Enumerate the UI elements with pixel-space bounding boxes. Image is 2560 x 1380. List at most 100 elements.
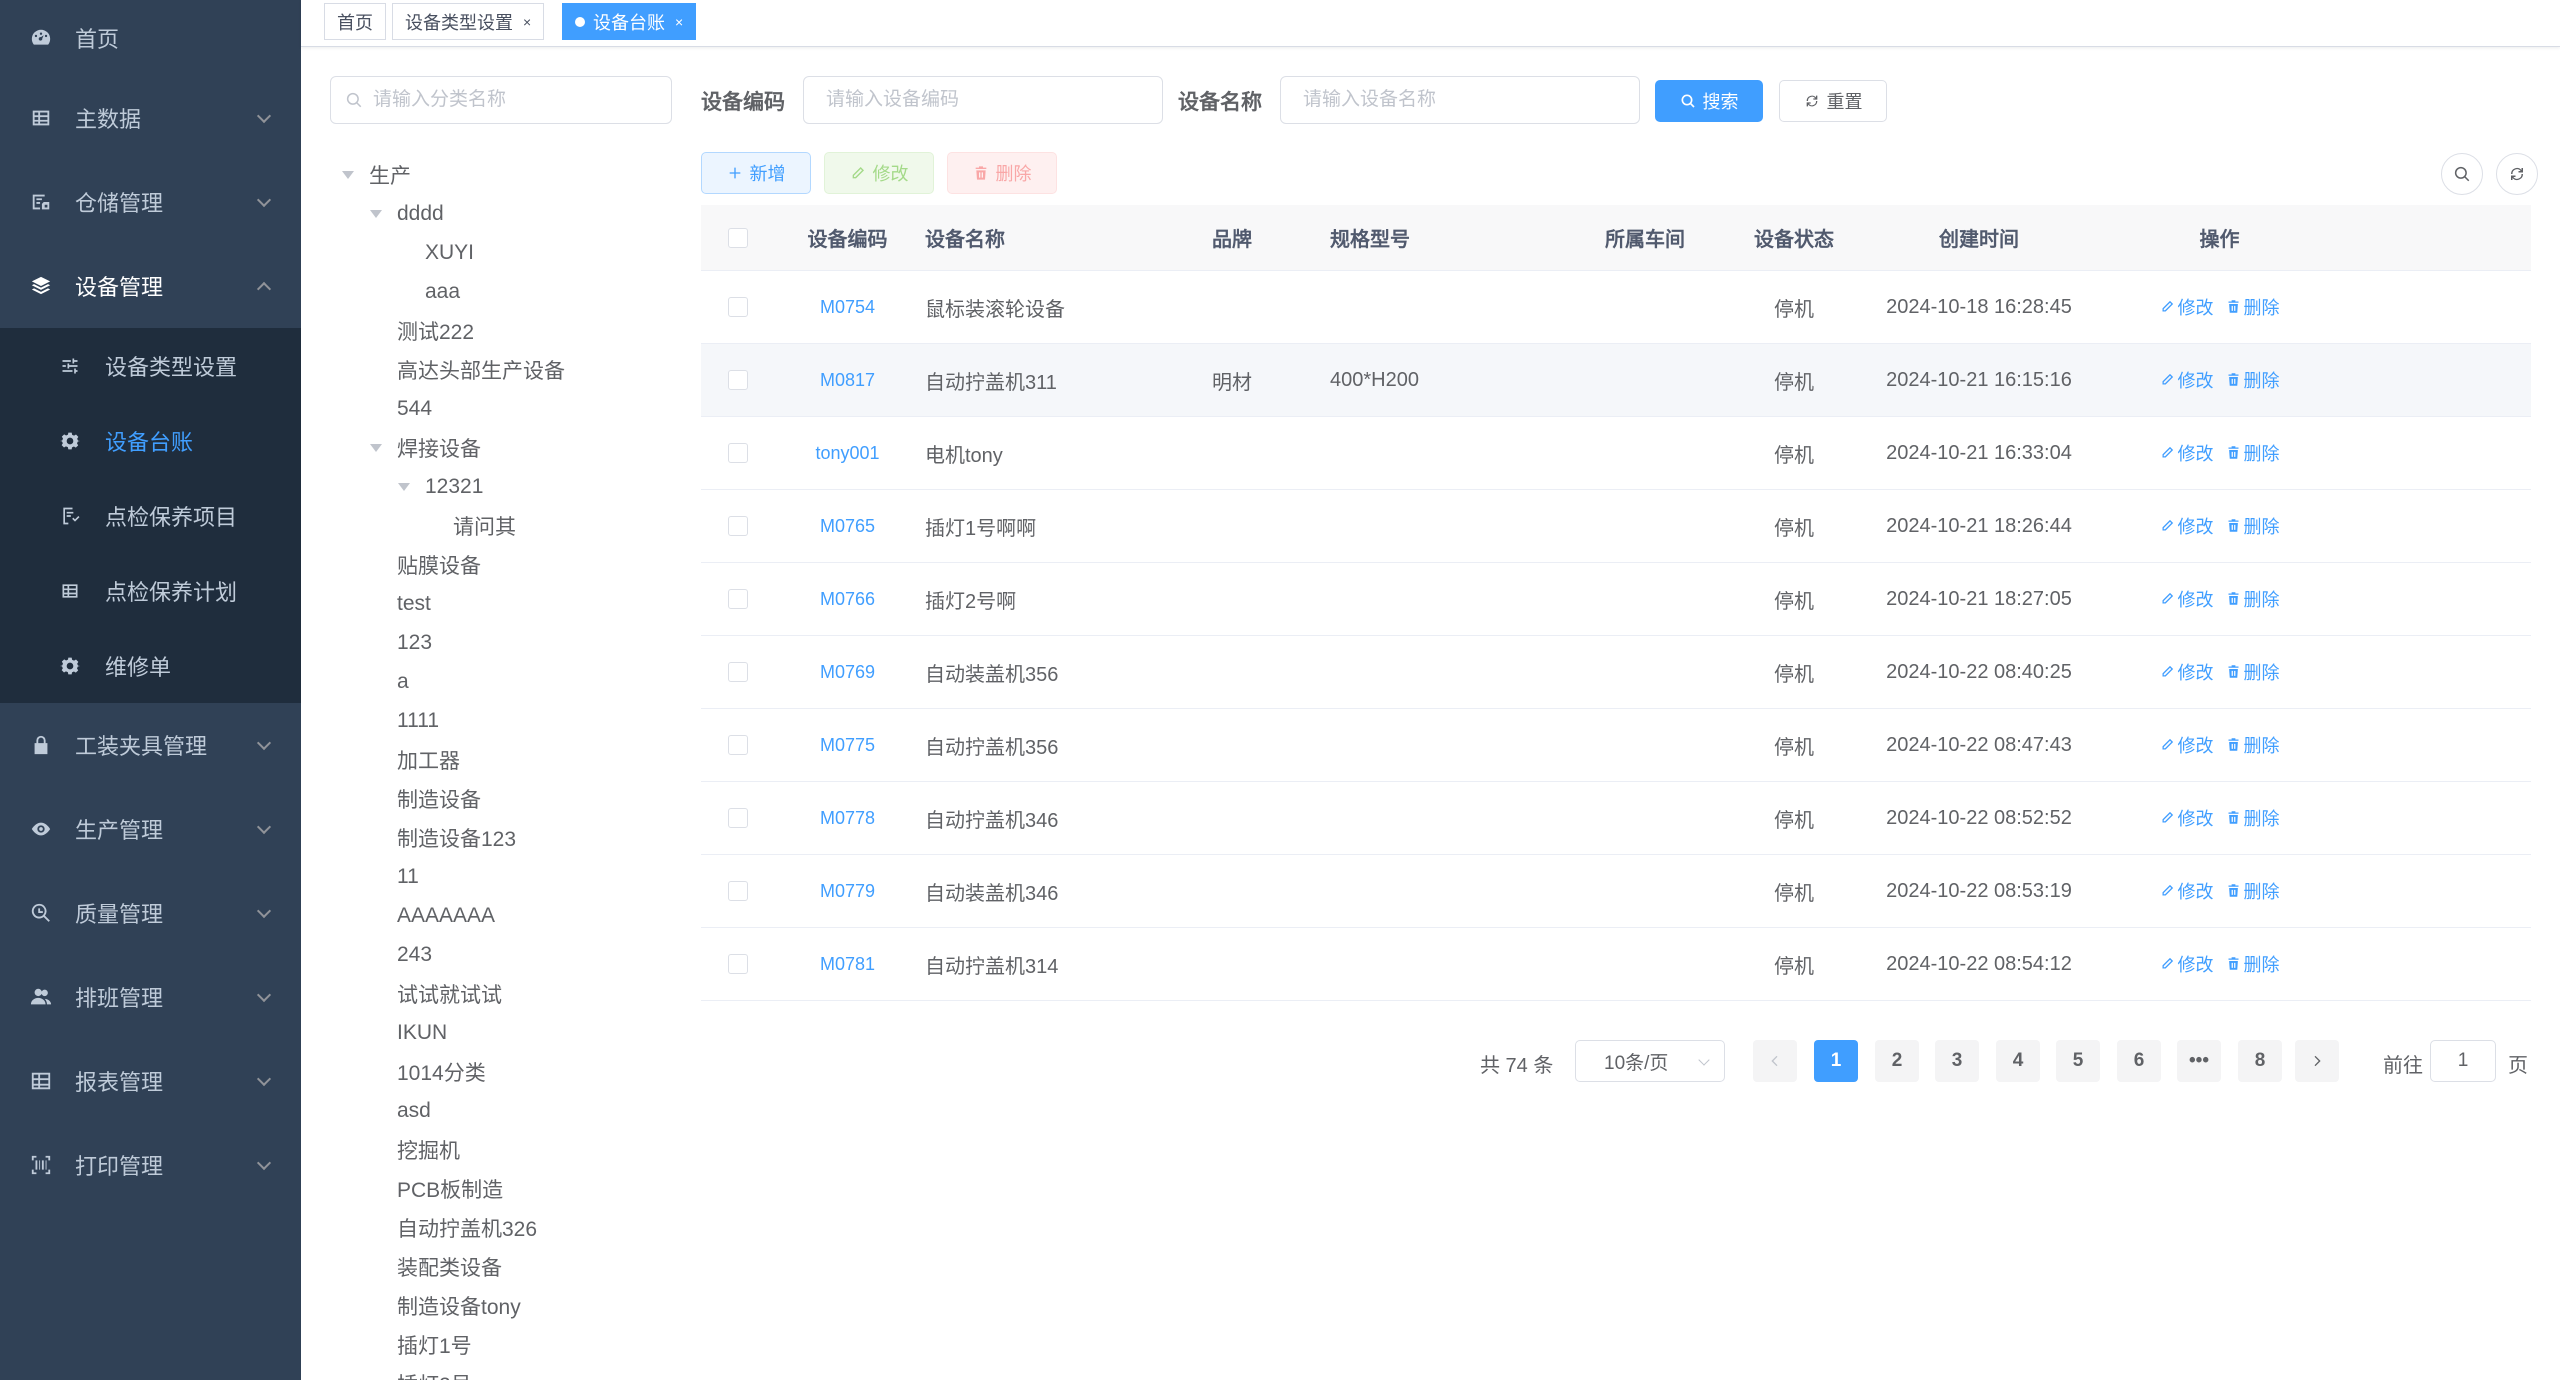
row-edit-link[interactable]: 修改: [2160, 440, 2214, 466]
delete-button[interactable]: 删除: [947, 152, 1057, 194]
tree-node[interactable]: 制造设备tony: [330, 1286, 672, 1325]
row-delete-link[interactable]: 删除: [2226, 805, 2280, 831]
close-icon[interactable]: ×: [523, 14, 531, 30]
sidebar-item-equipment[interactable]: 设备管理: [0, 244, 301, 328]
next-page-button[interactable]: [2295, 1040, 2339, 1082]
caret-down-icon[interactable]: [342, 170, 354, 179]
row-checkbox[interactable]: [728, 589, 748, 609]
add-button[interactable]: 新增: [701, 152, 811, 194]
row-edit-link[interactable]: 修改: [2160, 878, 2214, 904]
table-row[interactable]: M0817 自动拧盖机311 明材 400*H200 停机 2024-10-21 16:1…: [701, 344, 2531, 417]
row-delete-link[interactable]: 删除: [2226, 440, 2280, 466]
sidebar-item-reports[interactable]: 报表管理: [0, 1039, 301, 1123]
header-status[interactable]: 设备状态: [1730, 223, 1858, 252]
sidebar-subitem-repair-order[interactable]: 维修单: [0, 628, 301, 703]
row-delete-link[interactable]: 删除: [2226, 732, 2280, 758]
row-delete-link[interactable]: 删除: [2226, 586, 2280, 612]
tree-node[interactable]: 试试就试试: [330, 974, 672, 1013]
caret-down-icon[interactable]: [398, 482, 410, 491]
row-checkbox[interactable]: [728, 662, 748, 682]
sidebar-subitem-inspection-items[interactable]: 点检保养项目: [0, 478, 301, 553]
tree-node[interactable]: 243: [330, 935, 672, 974]
tree-node[interactable]: 544: [330, 389, 672, 428]
page-button[interactable]: 6: [2117, 1040, 2161, 1082]
header-code[interactable]: 设备编码: [775, 223, 920, 252]
page-button[interactable]: 3: [1935, 1040, 1979, 1082]
code-input-box[interactable]: [803, 76, 1163, 124]
tree-node[interactable]: 自动拧盖机326: [330, 1208, 672, 1247]
tree-node[interactable]: a: [330, 662, 672, 701]
row-checkbox[interactable]: [728, 443, 748, 463]
row-checkbox[interactable]: [728, 297, 748, 317]
row-edit-link[interactable]: 修改: [2160, 732, 2214, 758]
tree-search-box[interactable]: [330, 76, 672, 124]
table-row[interactable]: M0775 自动拧盖机356 停机 2024-10-22 08:47:43 修改 删除: [701, 709, 2531, 782]
page-button[interactable]: 4: [1996, 1040, 2040, 1082]
tree-node[interactable]: aaa: [330, 272, 672, 311]
header-name[interactable]: 设备名称: [920, 223, 1212, 252]
page-button[interactable]: 8: [2238, 1040, 2282, 1082]
row-edit-link[interactable]: 修改: [2160, 294, 2214, 320]
row-edit-link[interactable]: 修改: [2160, 513, 2214, 539]
cell-code[interactable]: M0754: [775, 297, 920, 318]
sidebar-item-home[interactable]: 首页: [0, 0, 301, 76]
row-checkbox[interactable]: [728, 516, 748, 536]
cell-code[interactable]: M0778: [775, 808, 920, 829]
row-delete-link[interactable]: 删除: [2226, 513, 2280, 539]
sidebar-subitem-type-setting[interactable]: 设备类型设置: [0, 328, 301, 403]
tree-node[interactable]: 贴膜设备: [330, 545, 672, 584]
sidebar-item-warehouse[interactable]: 仓储管理: [0, 160, 301, 244]
tree-node[interactable]: 制造设备: [330, 779, 672, 818]
table-row[interactable]: M0754 鼠标装滚轮设备 停机 2024-10-18 16:28:45 修改 删除: [701, 271, 2531, 344]
sidebar-item-printing[interactable]: 打印管理: [0, 1123, 301, 1207]
tree-node[interactable]: AAAAAAA: [330, 896, 672, 935]
cell-code[interactable]: tony001: [775, 443, 920, 464]
header-brand[interactable]: 品牌: [1212, 223, 1330, 252]
tree-node[interactable]: 插灯2号: [330, 1364, 672, 1380]
tag-type-setting[interactable]: 设备类型设置 ×: [392, 3, 545, 40]
tree-node[interactable]: 装配类设备: [330, 1247, 672, 1286]
code-input[interactable]: [826, 89, 1140, 111]
tree-node[interactable]: 生产: [330, 155, 672, 194]
tree-node[interactable]: 焊接设备: [330, 428, 672, 467]
row-checkbox[interactable]: [728, 954, 748, 974]
tree-node[interactable]: 测试222: [330, 311, 672, 350]
tree-node[interactable]: 制造设备123: [330, 818, 672, 857]
row-delete-link[interactable]: 删除: [2226, 878, 2280, 904]
name-input[interactable]: [1303, 89, 1617, 111]
row-edit-link[interactable]: 修改: [2160, 951, 2214, 977]
table-row[interactable]: M0769 自动装盖机356 停机 2024-10-22 08:40:25 修改 删除: [701, 636, 2531, 709]
tree-node[interactable]: 加工器: [330, 740, 672, 779]
tree-node[interactable]: 12321: [330, 467, 672, 506]
tree-node[interactable]: test: [330, 584, 672, 623]
table-row[interactable]: M0765 插灯1号啊啊 停机 2024-10-21 18:26:44 修改 删除: [701, 490, 2531, 563]
row-checkbox[interactable]: [728, 881, 748, 901]
sidebar-item-scheduling[interactable]: 排班管理: [0, 955, 301, 1039]
caret-down-icon[interactable]: [370, 209, 382, 218]
edit-button[interactable]: 修改: [824, 152, 934, 194]
tree-node[interactable]: IKUN: [330, 1013, 672, 1052]
tree-node[interactable]: 高达头部生产设备: [330, 350, 672, 389]
sidebar-subitem-inspection-plan[interactable]: 点检保养计划: [0, 553, 301, 628]
header-workshop[interactable]: 所属车间: [1560, 223, 1730, 252]
row-checkbox[interactable]: [728, 735, 748, 755]
table-row[interactable]: M0781 自动拧盖机314 停机 2024-10-22 08:54:12 修改 删除: [701, 928, 2531, 1001]
tree-node[interactable]: dddd: [330, 194, 672, 233]
row-edit-link[interactable]: 修改: [2160, 805, 2214, 831]
search-button[interactable]: 搜索: [1655, 80, 1763, 122]
row-edit-link[interactable]: 修改: [2160, 367, 2214, 393]
cell-code[interactable]: M0775: [775, 735, 920, 756]
row-edit-link[interactable]: 修改: [2160, 659, 2214, 685]
row-delete-link[interactable]: 删除: [2226, 367, 2280, 393]
tree-node[interactable]: 挖掘机: [330, 1130, 672, 1169]
cell-code[interactable]: M0779: [775, 881, 920, 902]
tree-node[interactable]: 1111: [330, 701, 672, 740]
row-edit-link[interactable]: 修改: [2160, 586, 2214, 612]
table-row[interactable]: M0778 自动拧盖机346 停机 2024-10-22 08:52:52 修改 删除: [701, 782, 2531, 855]
tag-ledger[interactable]: 设备台账 ×: [562, 3, 697, 40]
tree-node[interactable]: 1014分类: [330, 1052, 672, 1091]
reset-button[interactable]: 重置: [1779, 80, 1887, 122]
tree-node[interactable]: asd: [330, 1091, 672, 1130]
tree-node[interactable]: 123: [330, 623, 672, 662]
table-row[interactable]: M0766 插灯2号啊 停机 2024-10-21 18:27:05 修改 删除: [701, 563, 2531, 636]
